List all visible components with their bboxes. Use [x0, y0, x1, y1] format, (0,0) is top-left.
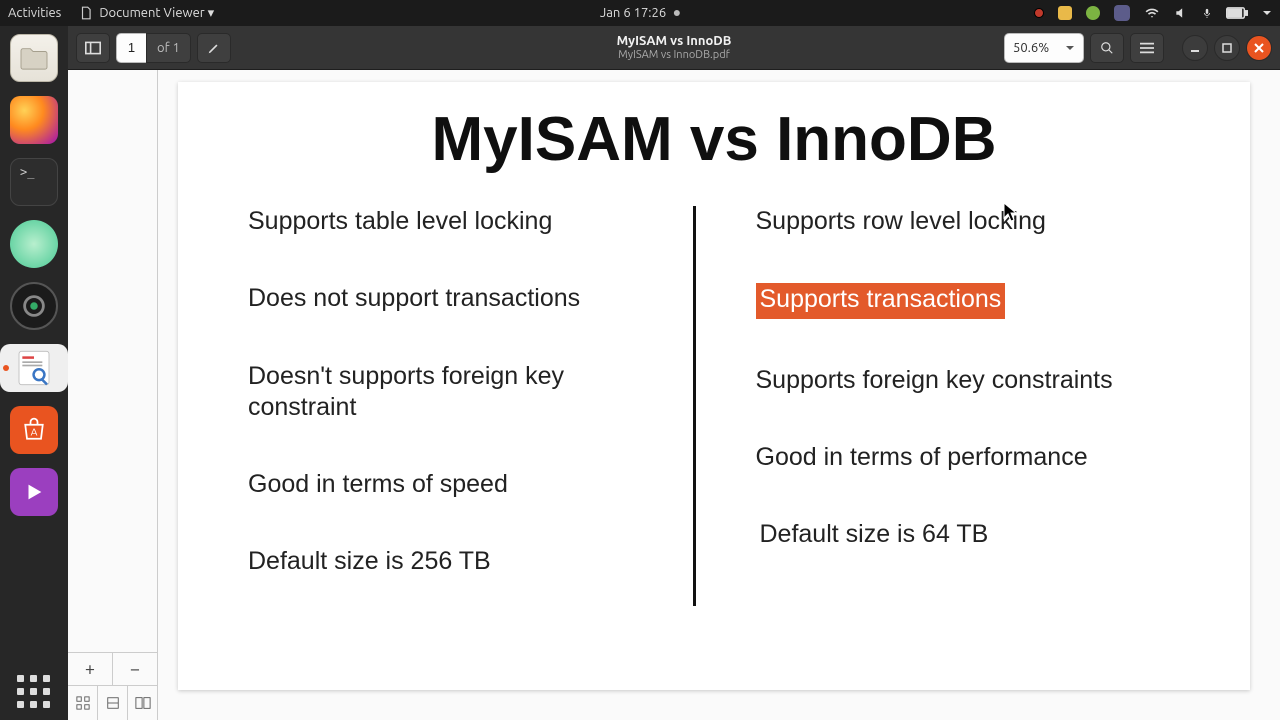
search-button[interactable]: [1090, 33, 1124, 63]
chevron-down-icon: [1065, 43, 1075, 53]
document-filename: MyISAM vs InnoDB.pdf: [617, 49, 732, 62]
page-number-input[interactable]: [116, 33, 146, 63]
list-item: Does not support transactions: [248, 283, 673, 314]
dock-firefox[interactable]: [10, 96, 58, 144]
tray-icon: [1114, 5, 1130, 21]
evince-icon: [14, 348, 54, 388]
close-button[interactable]: [1246, 35, 1272, 61]
dock-evince[interactable]: [0, 344, 68, 392]
activities-button[interactable]: Activities: [8, 6, 61, 20]
dock-software[interactable]: A: [10, 406, 58, 454]
zoom-dropdown[interactable]: 50.6%: [1004, 33, 1084, 63]
list-item: Doesn't supports foreign key constraint: [248, 361, 673, 424]
view-mode-dual[interactable]: [128, 686, 157, 720]
system-tray[interactable]: [1034, 5, 1272, 21]
app-menu-label: Document Viewer ▾: [99, 6, 214, 21]
outline-icon: [106, 696, 120, 710]
show-applications[interactable]: [14, 672, 54, 712]
lens-icon: [19, 291, 49, 321]
wifi-icon: [1144, 6, 1160, 20]
slide-title: MyISAM vs InnoDB: [228, 107, 1200, 172]
evince-window: of 1 MyISAM vs InnoDB MyISAM vs InnoDB.p…: [68, 26, 1280, 720]
maximize-icon: [1222, 43, 1232, 53]
document-title-block: MyISAM vs InnoDB MyISAM vs InnoDB.pdf: [617, 34, 732, 62]
list-item: Supports foreign key constraints: [756, 365, 1181, 396]
dock-files[interactable]: [10, 34, 58, 82]
page-canvas[interactable]: MyISAM vs InnoDB Supports table level lo…: [158, 70, 1280, 720]
document-icon: [79, 6, 93, 20]
close-icon: [1254, 43, 1264, 53]
minimize-icon: [1190, 43, 1200, 53]
bag-icon: A: [20, 416, 48, 444]
sidebar-icon: [85, 41, 101, 55]
ubuntu-dock: >_ A: [0, 26, 68, 720]
gnome-topbar: Activities Document Viewer ▾ Jan 6 17:26: [0, 0, 1280, 26]
pdf-page: MyISAM vs InnoDB Supports table level lo…: [178, 82, 1250, 690]
dock-media[interactable]: [10, 468, 58, 516]
mic-icon: [1202, 6, 1212, 20]
thumbnail-sidebar: + −: [68, 70, 158, 720]
tray-icon: [1086, 6, 1100, 20]
volume-icon: [1174, 6, 1188, 20]
dock-atom[interactable]: [10, 220, 58, 268]
list-item: Good in terms of speed: [248, 469, 673, 500]
sidebar-toggle-button[interactable]: [76, 33, 110, 63]
maximize-button[interactable]: [1214, 35, 1240, 61]
play-icon: [23, 481, 45, 503]
right-column: Supports row level locking Supports tran…: [696, 206, 1201, 624]
list-item: Supports transactions: [756, 283, 1181, 318]
battery-icon: [1226, 6, 1248, 20]
list-item: Default size is 64 TB: [760, 519, 1181, 550]
zoom-value: 50.6%: [1013, 41, 1049, 55]
tray-icon: [1058, 6, 1072, 20]
pencil-icon: [207, 41, 221, 55]
view-mode-outline[interactable]: [98, 686, 128, 720]
dock-terminal[interactable]: >_: [10, 158, 58, 206]
page-total-label: of 1: [146, 33, 191, 63]
minimize-button[interactable]: [1182, 35, 1208, 61]
app-menu[interactable]: Document Viewer ▾: [79, 6, 214, 21]
view-mode-grid[interactable]: [68, 686, 98, 720]
svg-text:A: A: [31, 425, 38, 437]
list-item: Supports table level locking: [248, 206, 673, 237]
hamburger-menu-button[interactable]: [1130, 33, 1164, 63]
thumb-zoom-out[interactable]: −: [113, 653, 157, 685]
list-item: Good in terms of performance: [756, 442, 1181, 473]
document-title: MyISAM vs InnoDB: [617, 34, 732, 49]
left-column: Supports table level locking Does not su…: [228, 206, 693, 624]
thumb-zoom-in[interactable]: +: [68, 653, 113, 685]
annotate-button[interactable]: [197, 33, 231, 63]
record-indicator-icon: [1034, 8, 1044, 18]
evince-headerbar: of 1 MyISAM vs InnoDB MyISAM vs InnoDB.p…: [68, 26, 1280, 70]
page-selector: of 1: [116, 33, 191, 63]
list-item: Default size is 256 TB: [248, 546, 673, 577]
grid-icon: [76, 696, 90, 710]
clock[interactable]: Jan 6 17:26: [600, 6, 680, 20]
folder-icon: [19, 45, 49, 71]
chevron-down-icon: [1262, 8, 1272, 18]
search-icon: [1100, 41, 1114, 55]
dock-obs[interactable]: [10, 282, 58, 330]
hamburger-icon: [1140, 42, 1154, 54]
list-item: Supports row level locking: [756, 206, 1181, 237]
dual-page-icon: [135, 696, 151, 710]
